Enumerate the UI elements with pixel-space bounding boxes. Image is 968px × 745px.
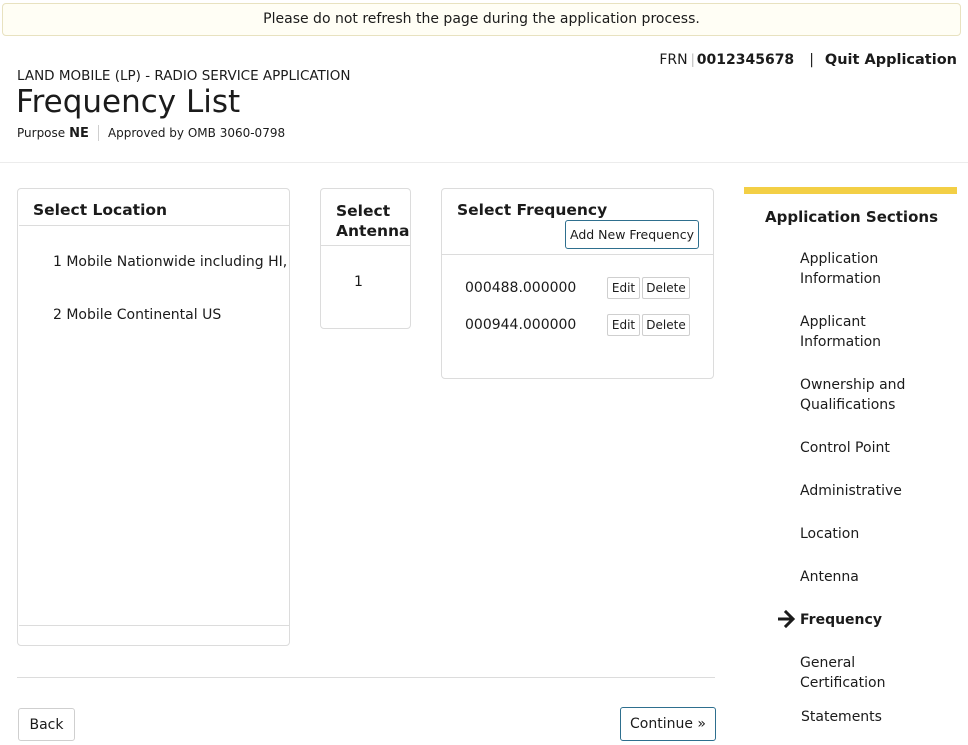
select-frequency-panel: Select Frequency Add New Frequency 00048… [441, 188, 714, 379]
sidebar-item-location[interactable]: Location [800, 524, 950, 544]
sidebar-item-label: Applicant [800, 314, 866, 330]
add-new-frequency-button[interactable]: Add New Frequency [565, 220, 699, 249]
select-antenna-panel: Select Antenna 1 [320, 188, 411, 329]
delete-frequency-button[interactable]: Delete [642, 314, 690, 336]
frequency-value: 000488.000000 [465, 280, 577, 296]
sidebar-item-label: Location [800, 526, 860, 542]
sidebar-item-administrative[interactable]: Administrative [800, 481, 950, 501]
edit-frequency-button[interactable]: Edit [607, 314, 640, 336]
sidebar-item-label: General [800, 655, 856, 671]
refresh-warning-banner: Please do not refresh the page during th… [2, 3, 961, 36]
sidebar-item-statements[interactable]: Statements [801, 707, 951, 727]
page-title: Frequency List [16, 84, 241, 120]
frequency-row: 000488.000000 Edit Delete [442, 277, 713, 301]
sidebar-item-label: Control Point [800, 440, 890, 456]
frn-value: 0012345678 [696, 52, 795, 68]
frequency-value: 000944.000000 [465, 317, 577, 333]
back-button[interactable]: Back [18, 708, 75, 741]
frequency-divider [442, 254, 713, 255]
header-separator: | [809, 52, 814, 68]
sidebar-item-label: Information [800, 271, 882, 287]
select-antenna-title-line2: Antenna [336, 222, 410, 240]
frn-label: FRN [659, 52, 688, 68]
sidebar-item-applicant-information[interactable]: Applicant Information [800, 312, 950, 352]
sidebar-item-general-certification[interactable]: General Certification [800, 653, 950, 693]
quit-application-link[interactable]: Quit Application [825, 52, 957, 68]
sidebar-item-label: Antenna [800, 569, 859, 585]
location-list[interactable]: 1 Mobile Nationwide including HI, AK 2 M… [19, 225, 290, 626]
frequency-row: 000944.000000 Edit Delete [442, 314, 713, 338]
select-antenna-title-line1: Select [336, 202, 391, 220]
footer-divider [17, 677, 715, 678]
frn-bar: FRN ǀ 0012345678 | Quit Application [659, 52, 957, 68]
sidebar-item-label: Ownership and [800, 377, 906, 393]
sidebar-item-label: Administrative [800, 483, 902, 499]
application-type: LAND MOBILE (LP) - RADIO SERVICE APPLICA… [17, 68, 351, 84]
select-location-title: Select Location [33, 201, 168, 219]
sidebar-item-antenna[interactable]: Antenna [800, 567, 950, 587]
sidebar-item-application-information[interactable]: Application Information [800, 249, 950, 289]
banner-text: Please do not refresh the page during th… [263, 11, 700, 27]
application-sections-title: Application Sections [765, 208, 938, 226]
sidebar-item-label: Statements [801, 709, 882, 725]
sidebar-accent-bar [744, 187, 957, 194]
antenna-item[interactable]: 1 [354, 274, 363, 290]
select-location-panel: Select Location 1 Mobile Nationwide incl… [17, 188, 290, 646]
sidebar-item-label: Information [800, 334, 882, 350]
purpose-divider [97, 125, 99, 141]
sidebar-item-label: Application [800, 251, 879, 267]
continue-button[interactable]: Continue » [620, 707, 716, 741]
sidebar-item-label: Frequency [800, 612, 882, 628]
purpose-line: Purpose NE Approved by OMB 3060-0798 [17, 125, 285, 141]
select-frequency-title: Select Frequency [457, 201, 608, 219]
sidebar-item-ownership-qualifications[interactable]: Ownership and Qualifications [800, 375, 950, 415]
select-antenna-title: Select Antenna [336, 201, 409, 241]
omb-approval: Approved by OMB 3060-0798 [107, 126, 286, 140]
sidebar-item-label: Certification [800, 675, 886, 691]
purpose-value: NE [69, 125, 89, 141]
location-item[interactable]: 2 Mobile Continental US [53, 307, 221, 323]
location-item[interactable]: 1 Mobile Nationwide including HI, AK [53, 254, 290, 270]
arrow-right-icon [778, 609, 796, 629]
sidebar-item-control-point[interactable]: Control Point [800, 438, 950, 458]
delete-frequency-button[interactable]: Delete [642, 277, 690, 299]
antenna-divider [321, 245, 410, 246]
sidebar-item-frequency[interactable]: Frequency [800, 610, 950, 630]
edit-frequency-button[interactable]: Edit [607, 277, 640, 299]
sidebar-item-label: Qualifications [800, 397, 896, 413]
purpose-label: Purpose [17, 126, 66, 140]
header-divider [0, 162, 968, 163]
frn-divider: ǀ [690, 52, 695, 68]
